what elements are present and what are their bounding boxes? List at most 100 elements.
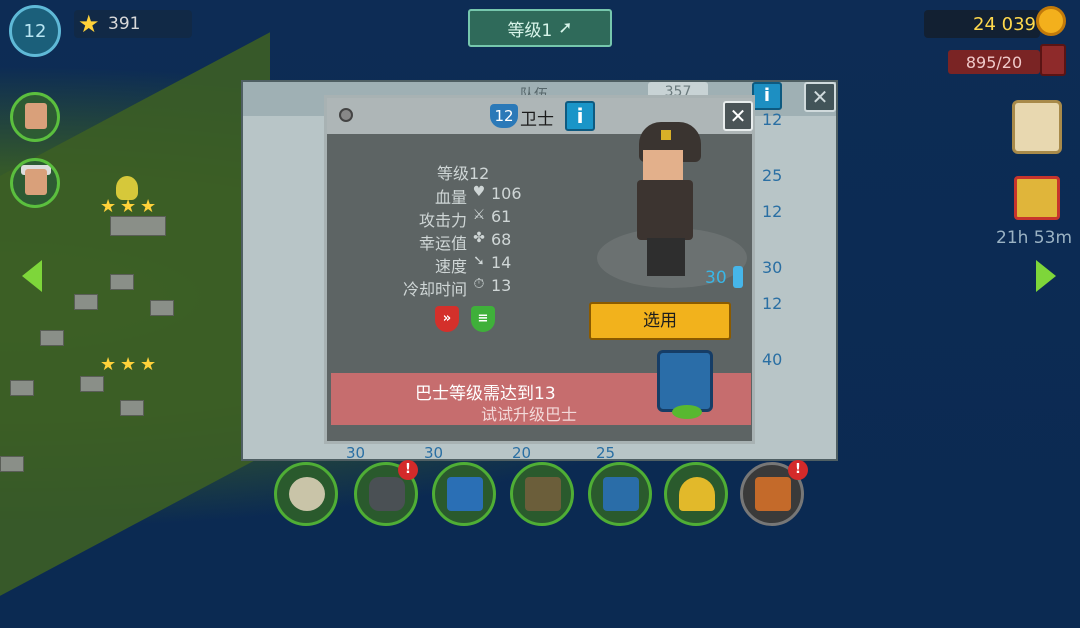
hardhat-button[interactable]: [664, 462, 728, 526]
stat-row-speed: 速度 ➘ 14: [367, 253, 597, 276]
stat-value: 13: [491, 276, 512, 295]
alert-badge-icon: !: [788, 460, 808, 480]
map-house: [10, 380, 34, 396]
team-close-button[interactable]: ✕: [804, 82, 836, 112]
stat-value: 106: [491, 184, 522, 203]
unit-level-label: 40: [762, 350, 783, 369]
stat-value: 61: [491, 207, 512, 226]
tools-icon: [603, 477, 639, 511]
unit-detail-dialog: 12 卫士 i ✕ 等级12 血量 ♥ 106 攻击力 ⚔ 61 幸运值 ✤ 6…: [324, 95, 755, 444]
stat-label: 攻击力: [418, 211, 467, 230]
stat-label: 冷却时间: [402, 280, 467, 299]
fuel-counter: 895/20: [948, 50, 1040, 74]
guard-character-sprite: [631, 122, 711, 282]
sword-icon: ⚔: [472, 207, 486, 223]
map-star-icon: ★: [100, 354, 117, 375]
unit-level-label: 12: [762, 110, 783, 129]
upgrade-tools-icon[interactable]: [657, 350, 713, 419]
avatar-face: [25, 169, 47, 195]
skill-list-icon[interactable]: ≡: [471, 306, 495, 332]
helmet-badge-icon: [661, 130, 671, 140]
avatar-face: [25, 103, 47, 129]
dialog-close-button[interactable]: ✕: [723, 101, 753, 131]
character-legs: [647, 238, 685, 276]
stat-row-cooldown: 冷却时间 ⏱ 13: [367, 276, 597, 299]
stars-counter: ★ 391: [74, 10, 192, 38]
skull-button[interactable]: [274, 462, 338, 526]
ammo-bottle-icon: [733, 266, 743, 288]
unit-name: 卫士: [520, 110, 554, 130]
radio-icon: [447, 477, 483, 511]
map-star-icon: ★: [120, 354, 137, 375]
star-icon: ★: [78, 10, 100, 38]
stat-row-attack: 攻击力 ⚔ 61: [367, 207, 597, 230]
player-level-value: 12: [23, 20, 47, 42]
rank-button[interactable]: 等级1 ➚: [468, 9, 612, 47]
skill-fast-forward-icon[interactable]: »: [435, 306, 459, 332]
clover-icon: ✤: [473, 230, 485, 246]
fuel-can-icon[interactable]: [1040, 44, 1066, 76]
unit-level-value: 12: [494, 107, 514, 125]
player-level-badge[interactable]: 12: [9, 5, 61, 57]
hardhat-icon: [679, 477, 715, 511]
map-house: [0, 456, 24, 472]
zombie-book-button[interactable]: [510, 462, 574, 526]
map-star-icon: ★: [100, 196, 117, 217]
stat-value: 14: [491, 253, 512, 272]
boot-icon: ➘: [473, 253, 485, 269]
map-star-icon: ★: [140, 354, 157, 375]
map-house: [80, 376, 104, 392]
map-house: [40, 330, 64, 346]
stat-label: 速度: [434, 257, 467, 276]
stat-row-luck: 幸运值 ✤ 68: [367, 230, 597, 253]
map-house: [150, 300, 174, 316]
arrow-up-right-icon: ➚: [558, 18, 573, 38]
stat-value: 68: [491, 230, 512, 249]
rank-button-label: 等级1: [507, 20, 553, 41]
coins-value: 24 039: [973, 13, 1036, 35]
map-star-icon: ★: [140, 196, 157, 217]
unit-level-label: 12: [762, 294, 783, 313]
unit-level-label: 25: [762, 166, 783, 185]
status-dot-icon: [339, 108, 353, 122]
unit-level-label: 12: [762, 202, 783, 221]
unit-level-label: 30: [346, 444, 366, 462]
supply-crate-icon[interactable]: [1012, 100, 1062, 154]
fuel-value: 895/20: [965, 52, 1023, 72]
radio-button[interactable]: [432, 462, 496, 526]
gift-timer: 21h 53m: [996, 228, 1073, 248]
stat-row-health: 血量 ♥ 106: [367, 184, 597, 207]
skull-icon: [289, 477, 325, 511]
arrow-right-icon[interactable]: [1036, 260, 1056, 292]
workshop-button[interactable]: [588, 462, 652, 526]
stopwatch-icon: ⏱: [473, 276, 485, 292]
map-house: [120, 400, 144, 416]
map-star-icon: ★: [120, 196, 137, 217]
warning-line-2: 试试升级巴士: [481, 405, 578, 424]
map-house: [74, 294, 98, 310]
character-head: [643, 150, 683, 180]
character-vest: [637, 180, 693, 240]
unit-level-shield-icon: 12: [490, 104, 518, 128]
character-avatar-1[interactable]: [10, 92, 60, 142]
unit-level-label: 30: [762, 258, 783, 277]
map-building: [110, 216, 166, 236]
arrow-left-icon[interactable]: [22, 260, 42, 292]
ammo-count: 30: [705, 268, 727, 288]
team-info-button[interactable]: i: [752, 82, 782, 110]
alert-badge-icon: !: [398, 460, 418, 480]
unit-level-text: 等级12: [437, 164, 490, 183]
crate-icon: [755, 477, 791, 511]
gift-box-icon[interactable]: [1014, 176, 1060, 220]
stat-label: 幸运值: [418, 234, 467, 253]
map-house: [110, 274, 134, 290]
stat-label: 血量: [434, 188, 467, 207]
coin-icon[interactable]: [1036, 6, 1066, 36]
heart-icon: ♥: [472, 184, 486, 200]
unit-info-button[interactable]: i: [565, 101, 595, 131]
unit-level-label: 25: [596, 444, 616, 462]
character-avatar-2[interactable]: [10, 158, 60, 208]
zombie-book-icon: [525, 477, 561, 511]
coins-counter: 24 039: [924, 10, 1040, 38]
select-button[interactable]: 选用: [589, 302, 731, 340]
